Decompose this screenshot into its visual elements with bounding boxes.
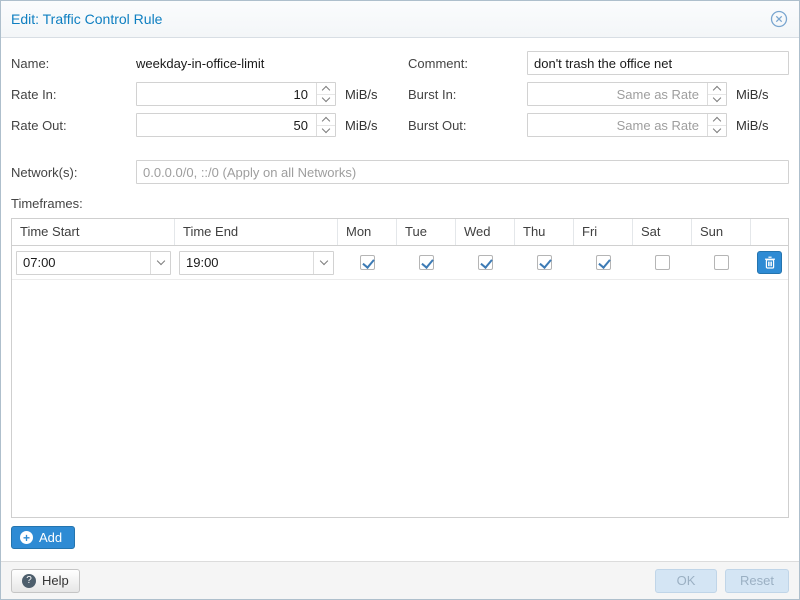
ok-button[interactable]: OK bbox=[655, 569, 717, 593]
spinner-down-icon[interactable] bbox=[708, 126, 726, 137]
rate-in-unit: MiB/s bbox=[345, 87, 378, 102]
rate-out-unit: MiB/s bbox=[345, 118, 378, 133]
chevron-down-icon[interactable] bbox=[150, 252, 170, 274]
burst-out-unit: MiB/s bbox=[736, 118, 769, 133]
rate-in-spinner bbox=[316, 83, 335, 105]
question-circle-icon: ? bbox=[22, 574, 36, 588]
rate-in-field bbox=[136, 82, 336, 106]
comment-input[interactable] bbox=[527, 51, 789, 75]
burst-in-spinner bbox=[707, 83, 726, 105]
grid-header-row: Time Start Time End Mon Tue Wed Thu Fri … bbox=[12, 219, 788, 246]
reset-button[interactable]: Reset bbox=[725, 569, 789, 593]
thu-checkbox[interactable] bbox=[537, 255, 552, 270]
sat-checkbox[interactable] bbox=[655, 255, 670, 270]
add-button-label: Add bbox=[39, 530, 62, 545]
burst-out-spinner bbox=[707, 114, 726, 136]
plus-circle-icon: + bbox=[20, 531, 33, 544]
delete-row-button[interactable] bbox=[757, 251, 782, 274]
dialog-title: Edit: Traffic Control Rule bbox=[11, 11, 162, 27]
dialog-titlebar: Edit: Traffic Control Rule bbox=[1, 1, 799, 38]
mon-checkbox[interactable] bbox=[360, 255, 375, 270]
dialog-body: Name: weekday-in-office-limit Rate In: M… bbox=[1, 39, 799, 561]
chevron-down-icon[interactable] bbox=[313, 252, 333, 274]
column-header-sun[interactable]: Sun bbox=[692, 219, 751, 245]
time-end-combo bbox=[179, 251, 334, 275]
rate-in-input[interactable] bbox=[136, 82, 336, 106]
rate-out-spinner bbox=[316, 114, 335, 136]
timeframes-grid: Time Start Time End Mon Tue Wed Thu Fri … bbox=[11, 218, 789, 518]
dialog-footer: ? Help OK Reset bbox=[1, 561, 799, 599]
column-header-thu[interactable]: Thu bbox=[515, 219, 574, 245]
close-icon[interactable] bbox=[769, 9, 789, 29]
column-header-mon[interactable]: Mon bbox=[338, 219, 397, 245]
timeframe-row bbox=[12, 246, 788, 280]
column-header-sat[interactable]: Sat bbox=[633, 219, 692, 245]
spinner-down-icon[interactable] bbox=[708, 95, 726, 106]
name-label: Name: bbox=[11, 56, 136, 71]
rate-out-field bbox=[136, 113, 336, 137]
burst-out-label: Burst Out: bbox=[400, 118, 527, 133]
spinner-down-icon[interactable] bbox=[317, 126, 335, 137]
rate-in-label: Rate In: bbox=[11, 87, 136, 102]
column-header-tue[interactable]: Tue bbox=[397, 219, 456, 245]
fri-checkbox[interactable] bbox=[596, 255, 611, 270]
burst-in-unit: MiB/s bbox=[736, 87, 769, 102]
column-header-wed[interactable]: Wed bbox=[456, 219, 515, 245]
help-button-label: Help bbox=[42, 573, 69, 588]
grid-empty-area bbox=[12, 280, 788, 517]
burst-in-field bbox=[527, 82, 727, 106]
tue-checkbox[interactable] bbox=[419, 255, 434, 270]
burst-out-field bbox=[527, 113, 727, 137]
column-header-actions bbox=[751, 219, 788, 245]
wed-checkbox[interactable] bbox=[478, 255, 493, 270]
networks-input[interactable] bbox=[136, 160, 789, 184]
burst-in-input[interactable] bbox=[527, 82, 727, 106]
time-start-input[interactable] bbox=[16, 251, 171, 275]
column-header-time-end[interactable]: Time End bbox=[175, 219, 338, 245]
timeframes-label: Timeframes: bbox=[11, 196, 83, 211]
name-value: weekday-in-office-limit bbox=[136, 56, 264, 71]
comment-field bbox=[527, 51, 789, 75]
time-end-input[interactable] bbox=[179, 251, 334, 275]
rate-out-label: Rate Out: bbox=[11, 118, 136, 133]
comment-label: Comment: bbox=[400, 56, 527, 71]
spinner-down-icon[interactable] bbox=[317, 95, 335, 106]
edit-traffic-control-rule-dialog: Edit: Traffic Control Rule Name: weekday… bbox=[0, 0, 800, 600]
help-button[interactable]: ? Help bbox=[11, 569, 80, 593]
networks-field bbox=[136, 160, 789, 184]
time-start-combo bbox=[16, 251, 171, 275]
burst-out-input[interactable] bbox=[527, 113, 727, 137]
sun-checkbox[interactable] bbox=[714, 255, 729, 270]
rate-out-input[interactable] bbox=[136, 113, 336, 137]
add-button[interactable]: + Add bbox=[11, 526, 75, 549]
trash-icon bbox=[764, 256, 776, 269]
column-header-fri[interactable]: Fri bbox=[574, 219, 633, 245]
column-header-time-start[interactable]: Time Start bbox=[12, 219, 175, 245]
burst-in-label: Burst In: bbox=[400, 87, 527, 102]
networks-label: Network(s): bbox=[11, 165, 136, 180]
